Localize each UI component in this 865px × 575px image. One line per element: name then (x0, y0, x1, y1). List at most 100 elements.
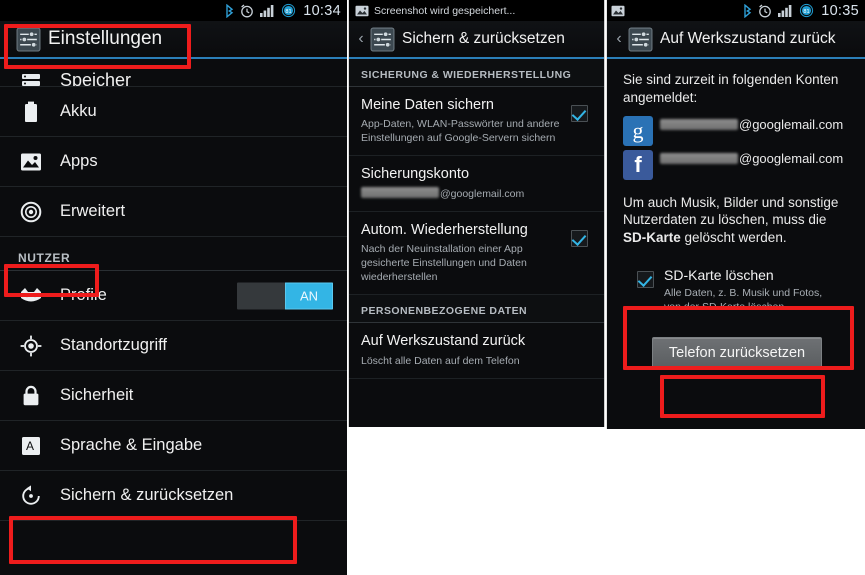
location-crosshair-icon (18, 335, 44, 357)
redacted-email-text (660, 152, 738, 164)
sd-card-erase-option[interactable]: SD-Karte löschen Alle Daten, z. B. Musik… (623, 259, 851, 323)
clock-right: 10:35 (821, 2, 859, 19)
phone-screen-settings-list: 81 10:34 Einstellungen Speicher Akku App… (0, 0, 347, 575)
image-saved-icon (355, 5, 369, 17)
sidebar-item-profile[interactable]: Profile AN (0, 271, 347, 321)
settings-sliders-icon (628, 27, 653, 52)
sd-option-summary: Alle Daten, z. B. Musik und Fotos, von d… (664, 287, 823, 314)
profile-toggle[interactable]: AN (237, 282, 333, 309)
sidebar-item-label: Apps (60, 152, 98, 170)
sidebar-item-akku[interactable]: Akku (0, 87, 347, 137)
account-row-google: g @googlemail.com (623, 115, 851, 146)
backup-restore-icon (18, 484, 44, 507)
lock-icon (18, 385, 44, 407)
battery-icon: 81 (799, 3, 814, 18)
phone-screen-factory-reset: 81 10:35 ‹ Auf Werkszustand zurück Sie s… (606, 0, 865, 429)
clock-left: 10:34 (303, 2, 341, 19)
battery-icon (18, 101, 44, 123)
pref-title: Meine Daten sichern (361, 97, 494, 113)
battery-icon: 81 (281, 3, 296, 18)
status-bar-middle: Screenshot wird gespeichert... (349, 0, 604, 21)
sidebar-item-speicher[interactable]: Speicher (0, 59, 347, 87)
sidebar-item-apps[interactable]: Apps (0, 137, 347, 187)
sd-option-title: SD-Karte löschen (664, 267, 774, 284)
account-row-facebook: f @googlemail.com (623, 149, 851, 180)
sidebar-item-label: Sprache & Eingabe (60, 436, 203, 454)
bluetooth-icon (225, 3, 234, 18)
pref-sicherungskonto[interactable]: Sicherungskonto @googlemail.com (349, 156, 604, 212)
phone-screen-backup-reset: Screenshot wird gespeichert... ‹ Sichern… (348, 0, 605, 427)
checkbox-meine-daten-sichern[interactable] (571, 105, 588, 122)
sidebar-item-label: Akku (60, 102, 97, 120)
pref-summary: App-Daten, WLAN-Passwörter und andere Ei… (361, 118, 560, 145)
sidebar-item-erweitert[interactable]: Erweitert (0, 187, 347, 237)
sidebar-item-sichern-zuruecksetzen[interactable]: Sichern & zurücksetzen (0, 471, 347, 521)
pref-summary: Löscht alle Daten auf dem Telefon (361, 354, 520, 367)
back-chevron-icon[interactable]: ‹ (354, 31, 368, 47)
battery-level-text: 81 (804, 9, 810, 15)
screenshot-canvas: 81 10:34 Einstellungen Speicher Akku App… (0, 0, 865, 575)
settings-list: Speicher Akku Apps Erweitert NUTZER Prof… (0, 59, 347, 521)
toggle-on-half: AN (285, 282, 333, 309)
back-chevron-icon[interactable]: ‹ (612, 31, 626, 47)
sidebar-item-standortzugriff[interactable]: Standortzugriff (0, 321, 347, 371)
settings-sliders-icon (16, 27, 41, 52)
email-domain: @googlemail.com (440, 187, 525, 200)
settings-sliders-icon (370, 27, 395, 52)
action-bar-left: Einstellungen (0, 21, 347, 59)
account-email: @googlemail.com (660, 116, 843, 132)
annotation-box-telefon-zuruecksetzen (660, 375, 825, 418)
notice-pre: Um auch Musik, Bilder und sonstige Nutze… (623, 194, 839, 228)
language-a-icon: A (18, 436, 44, 456)
redacted-email-text (660, 118, 738, 130)
google-icon: g (623, 115, 653, 146)
page-title-left: Einstellungen (48, 28, 163, 49)
action-bar-middle: ‹ Sichern & zurücksetzen (349, 21, 604, 59)
sidebar-item-sprache-eingabe[interactable]: A Sprache & Eingabe (0, 421, 347, 471)
svg-text:A: A (26, 439, 34, 453)
apps-image-icon (18, 151, 44, 173)
category-header-sicherung: SICHERUNG & WIEDERHERSTELLUNG (349, 59, 604, 87)
sidebar-item-sicherheit[interactable]: Sicherheit (0, 371, 347, 421)
battery-level-text: 81 (286, 9, 292, 15)
pref-meine-daten-sichern[interactable]: Meine Daten sichern App-Daten, WLAN-Pass… (349, 87, 604, 157)
sidebar-item-label: Sichern & zurücksetzen (60, 486, 234, 504)
pref-auf-werkszustand-zurueck[interactable]: Auf Werkszustand zurück Löscht alle Date… (349, 323, 604, 379)
factory-reset-body: Sie sind zurzeit in folgenden Konten ang… (607, 59, 865, 371)
pref-title: Autom. Wiederherstellung (361, 221, 528, 238)
pref-summary: @googlemail.com (361, 186, 592, 201)
reset-button-wrap: Telefon zurücksetzen (623, 337, 851, 371)
sidebar-item-label: Sicherheit (60, 386, 134, 404)
page-title-right: Auf Werkszustand zurück (660, 30, 836, 47)
image-saved-icon (611, 5, 625, 17)
annotation-box-sichern-zuruecksetzen (9, 516, 297, 564)
email-domain: @googlemail.com (739, 150, 844, 166)
notice-post: gelöscht werden. (680, 230, 787, 246)
alarm-icon (240, 4, 254, 18)
checkbox-autom-wiederherstellung[interactable] (571, 229, 588, 247)
reset-phone-button[interactable]: Telefon zurücksetzen (651, 337, 823, 371)
pref-summary: Nach der Neuinstallation einer App gesic… (361, 242, 527, 284)
sd-notice-text: Um auch Musik, Bilder und sonstige Nutze… (623, 194, 851, 247)
account-email: @googlemail.com (660, 150, 843, 166)
pref-autom-wiederherstellung[interactable]: Autom. Wiederherstellung Nach der Neuins… (349, 212, 604, 296)
notification-text: Screenshot wird gespeichert... (374, 4, 516, 17)
storage-icon (18, 70, 44, 86)
facebook-icon: f (623, 149, 653, 180)
section-header-nutzer: NUTZER (0, 237, 347, 271)
signal-icon (778, 4, 793, 17)
profile-mask-icon (18, 286, 44, 306)
notice-bold: SD-Karte (623, 230, 681, 246)
bluetooth-icon (743, 3, 752, 18)
category-header-personenbezogene: PERSONENBEZOGENE DATEN (349, 295, 604, 324)
sidebar-item-label: Standortzugriff (60, 336, 168, 354)
checkbox-sd-karte-loeschen[interactable] (637, 271, 654, 289)
action-bar-right: ‹ Auf Werkszustand zurück (607, 21, 865, 59)
pref-title: Auf Werkszustand zurück (361, 333, 526, 350)
sidebar-item-label: Speicher (60, 70, 132, 87)
status-bar-left: 81 10:34 (0, 0, 347, 21)
signal-icon (260, 4, 275, 17)
page-title-middle: Sichern & zurücksetzen (402, 30, 565, 47)
sidebar-item-label: Profile (60, 286, 107, 304)
advanced-target-icon (18, 201, 44, 223)
